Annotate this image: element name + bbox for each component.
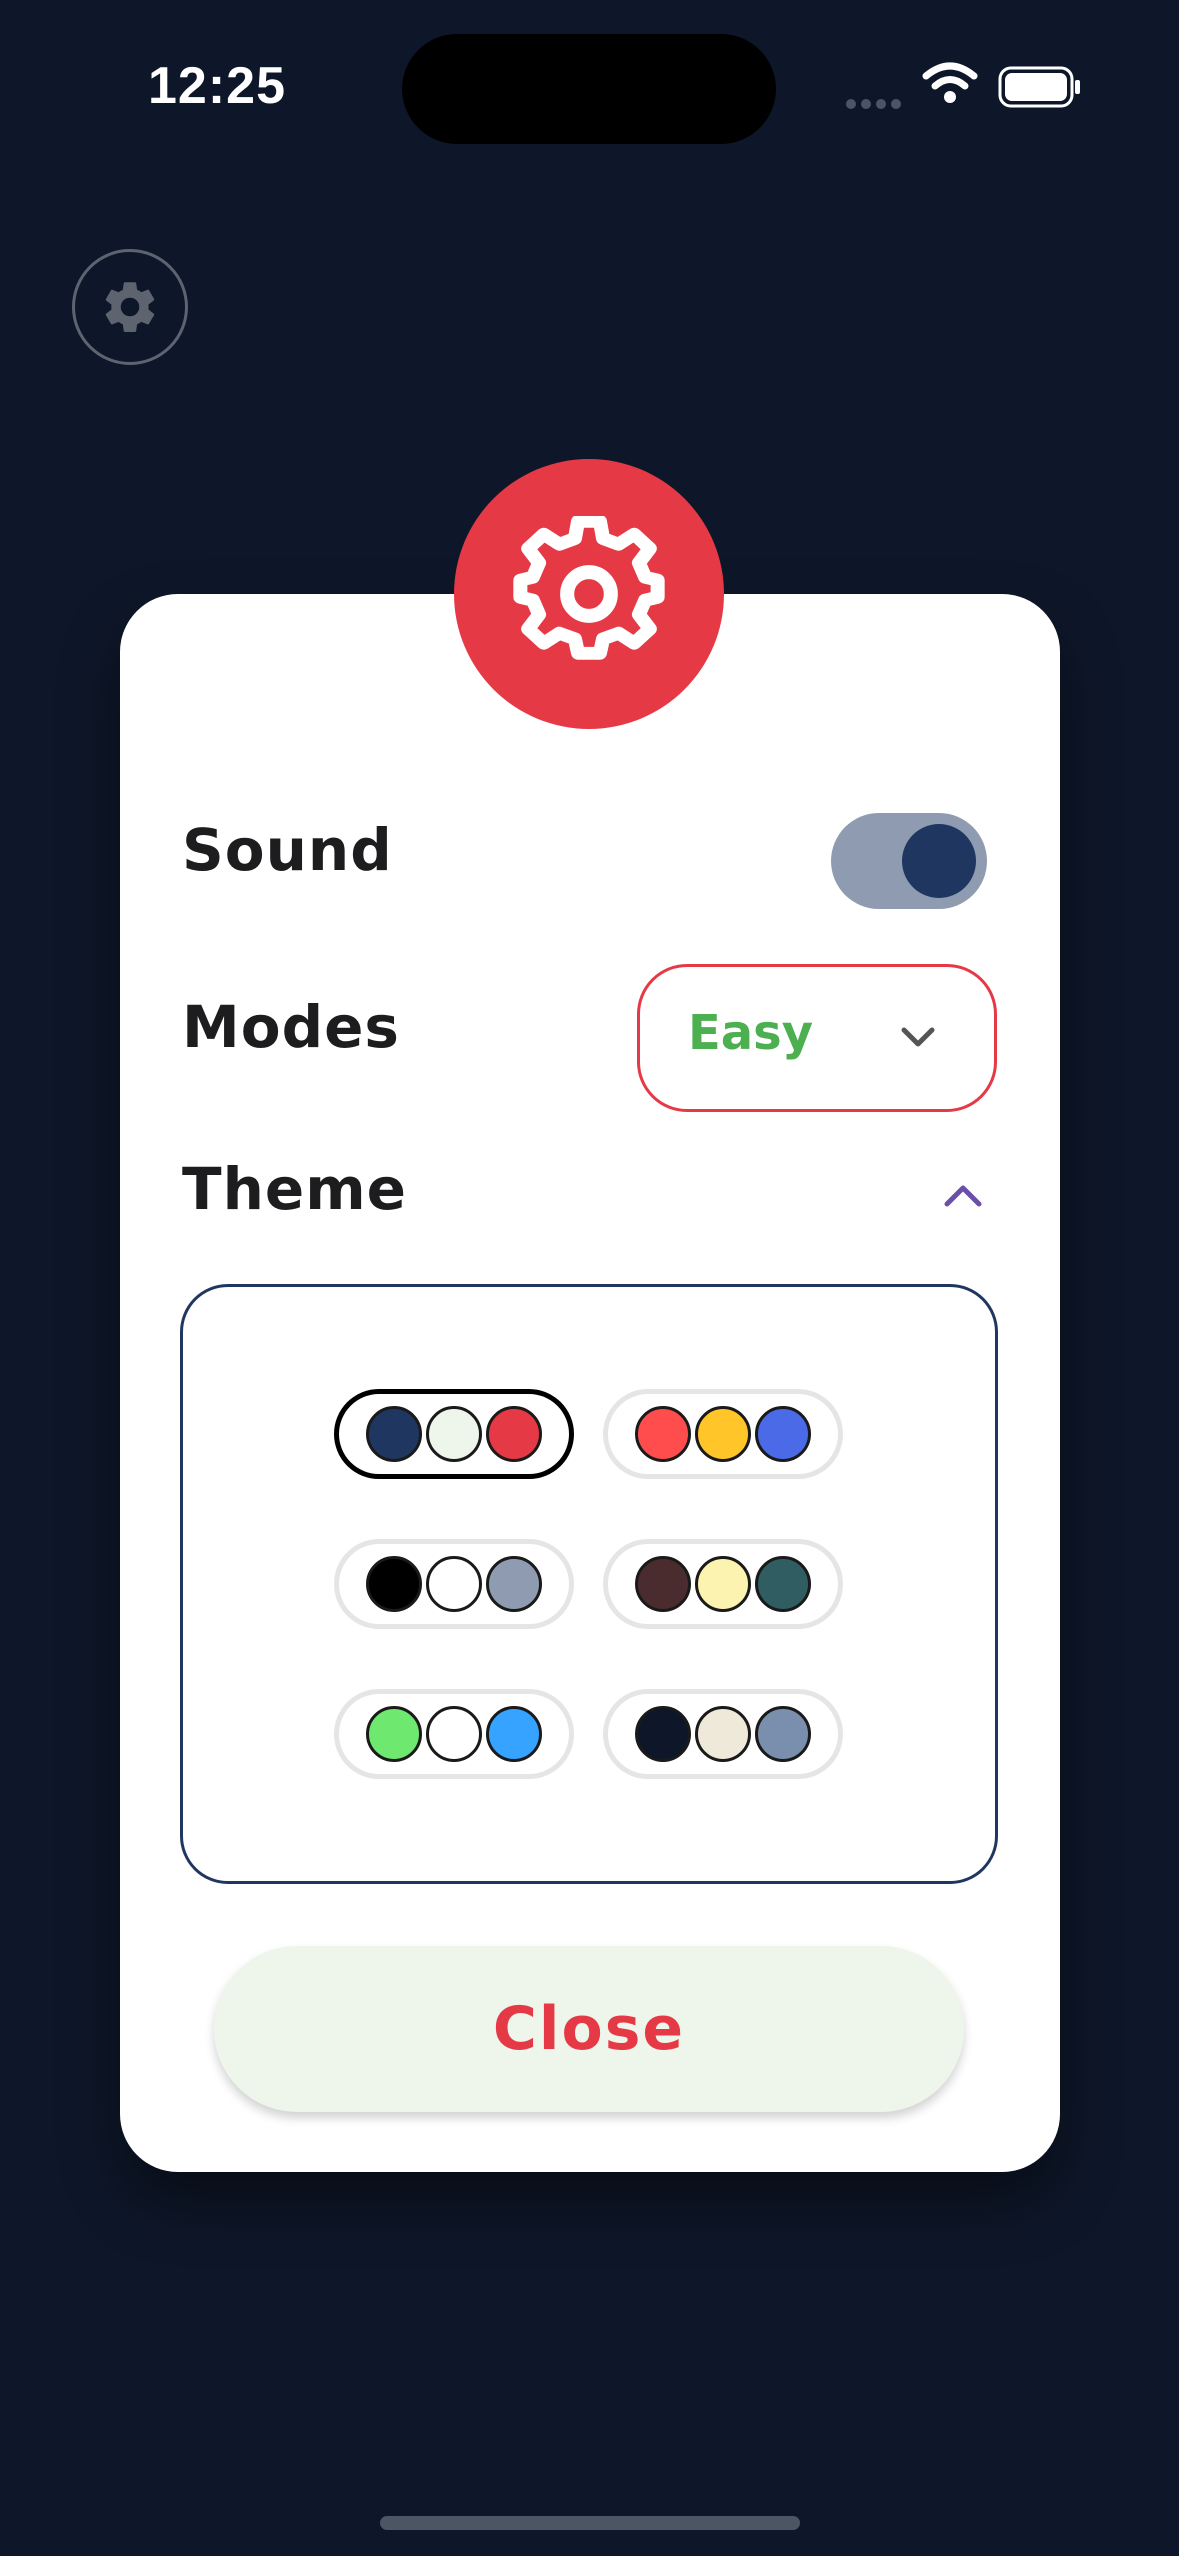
theme-option[interactable]: [603, 1689, 843, 1779]
theme-color-dot: [366, 1706, 422, 1762]
wifi-icon: [922, 62, 978, 103]
theme-color-dot: [755, 1706, 811, 1762]
mode-value: Easy: [688, 1005, 814, 1061]
theme-color-dot: [486, 1556, 542, 1612]
cellular-signal-icon: [846, 94, 906, 113]
theme-color-dot: [635, 1406, 691, 1462]
theme-label: Theme: [182, 1155, 407, 1223]
theme-option[interactable]: [334, 1389, 574, 1479]
settings-badge: [454, 459, 724, 729]
home-indicator[interactable]: [380, 2516, 800, 2530]
settings-button[interactable]: [72, 249, 188, 365]
theme-color-dot: [695, 1556, 751, 1612]
gear-icon: [513, 516, 665, 660]
toggle-knob: [902, 824, 976, 898]
theme-color-dot: [635, 1556, 691, 1612]
theme-color-dot: [635, 1706, 691, 1762]
theme-color-dot: [755, 1406, 811, 1462]
theme-color-dot: [486, 1706, 542, 1762]
status-time: 12:25: [148, 57, 286, 115]
dynamic-island: [402, 34, 776, 144]
mode-dropdown[interactable]: Easy: [637, 964, 997, 1112]
sound-toggle[interactable]: [831, 813, 987, 909]
theme-color-dot: [695, 1706, 751, 1762]
gear-icon: [105, 282, 155, 332]
battery-icon: [998, 66, 1080, 108]
theme-color-dot: [366, 1406, 422, 1462]
theme-color-dot: [486, 1406, 542, 1462]
theme-option[interactable]: [334, 1539, 574, 1629]
sound-label: Sound: [182, 816, 393, 884]
theme-color-dot: [755, 1556, 811, 1612]
theme-option[interactable]: [603, 1539, 843, 1629]
theme-color-dot: [426, 1406, 482, 1462]
theme-color-dot: [695, 1406, 751, 1462]
theme-option[interactable]: [334, 1689, 574, 1779]
theme-color-dot: [366, 1556, 422, 1612]
theme-color-dot: [426, 1706, 482, 1762]
theme-color-dot: [426, 1556, 482, 1612]
modes-label: Modes: [182, 993, 400, 1061]
chevron-down-icon: [901, 1027, 935, 1047]
chevron-up-icon[interactable]: [942, 1182, 984, 1210]
close-label: Close: [492, 1994, 686, 2064]
theme-picker: [180, 1284, 998, 1884]
theme-option[interactable]: [603, 1389, 843, 1479]
close-button[interactable]: Close: [214, 1946, 964, 2112]
